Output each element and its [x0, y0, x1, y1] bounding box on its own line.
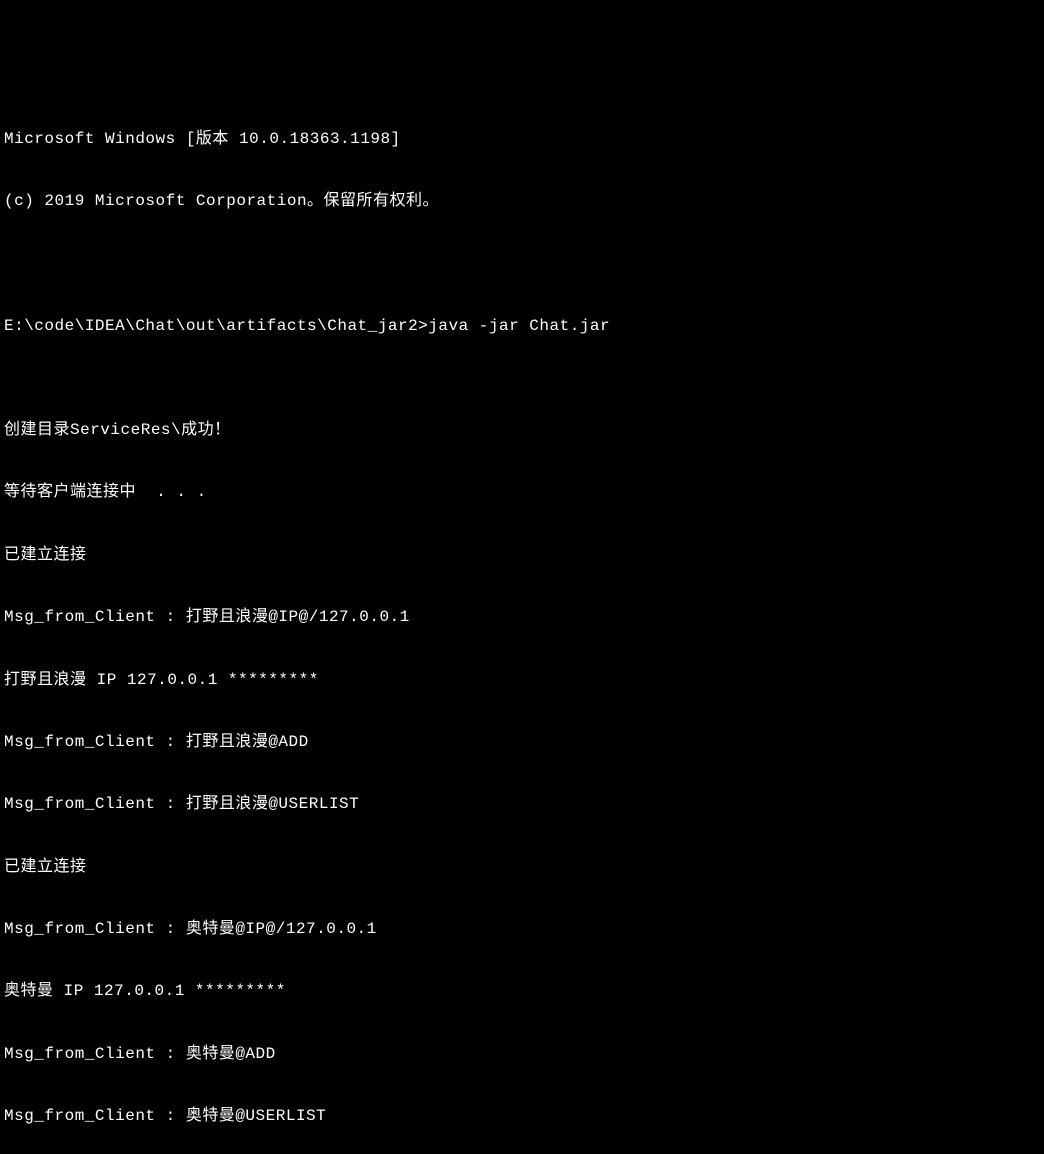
output-line: Msg_from_Client : 奥特曼@IP@/127.0.0.1	[4, 919, 1040, 940]
prompt-path: E:\code\IDEA\Chat\out\artifacts\Chat_jar…	[4, 316, 428, 337]
output-line: Msg_from_Client : 打野且浪漫@IP@/127.0.0.1	[4, 607, 1040, 628]
command-prompt-line: E:\code\IDEA\Chat\out\artifacts\Chat_jar…	[4, 316, 1040, 337]
output-line: 创建目录ServiceRes\成功！	[4, 420, 1040, 441]
command-text: java -jar Chat.jar	[428, 316, 610, 337]
output-line: Msg_from_Client : 奥特曼@USERLIST	[4, 1106, 1040, 1127]
copyright-line: (c) 2019 Microsoft Corporation。保留所有权利。	[4, 191, 1040, 212]
output-line: 等待客户端连接中 . . .	[4, 482, 1040, 503]
output-line: 已建立连接	[4, 545, 1040, 566]
output-line: Msg_from_Client : 打野且浪漫@USERLIST	[4, 794, 1040, 815]
output-line: Msg_from_Client : 奥特曼@ADD	[4, 1044, 1040, 1065]
output-line: 已建立连接	[4, 857, 1040, 878]
terminal-window[interactable]: Microsoft Windows [版本 10.0.18363.1198] (…	[4, 87, 1040, 1154]
output-line: Msg_from_Client : 打野且浪漫@ADD	[4, 732, 1040, 753]
blank-line	[4, 254, 1040, 275]
output-line: 奥特曼 IP 127.0.0.1 *********	[4, 981, 1040, 1002]
output-line: 打野且浪漫 IP 127.0.0.1 *********	[4, 670, 1040, 691]
windows-version-line: Microsoft Windows [版本 10.0.18363.1198]	[4, 129, 1040, 150]
program-output: 创建目录ServiceRes\成功！ 等待客户端连接中 . . . 已建立连接 …	[4, 378, 1040, 1154]
